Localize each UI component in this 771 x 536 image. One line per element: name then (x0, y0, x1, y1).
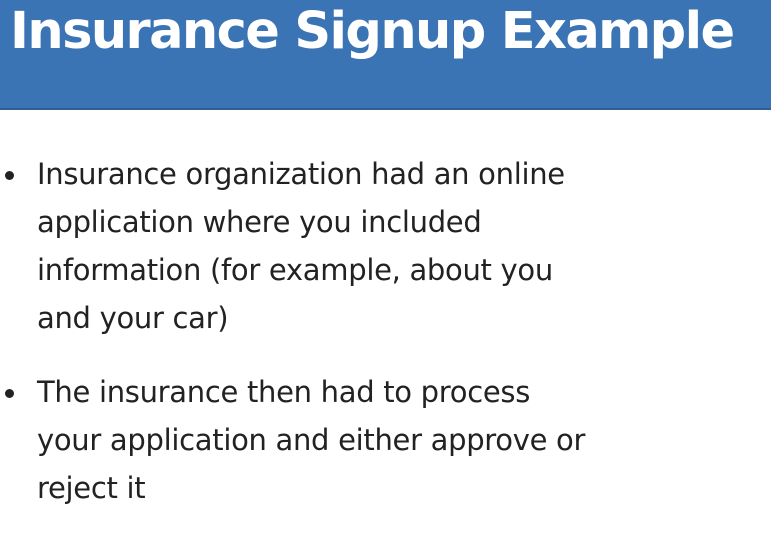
slide-title: Insurance Signup Example (10, 2, 735, 61)
bullet-list: Insurance organization had an online app… (0, 150, 771, 512)
bullet-dot-icon (5, 171, 14, 180)
slide-title-bar: Insurance Signup Example (0, 0, 771, 110)
bullet-text: Insurance organization had an online app… (37, 157, 565, 335)
bullet-item: The insurance then had to process your a… (0, 368, 597, 512)
bullet-text: The insurance then had to process your a… (37, 375, 586, 505)
bullet-dot-icon (5, 389, 14, 398)
bullet-item: Insurance organization had an online app… (0, 150, 597, 342)
